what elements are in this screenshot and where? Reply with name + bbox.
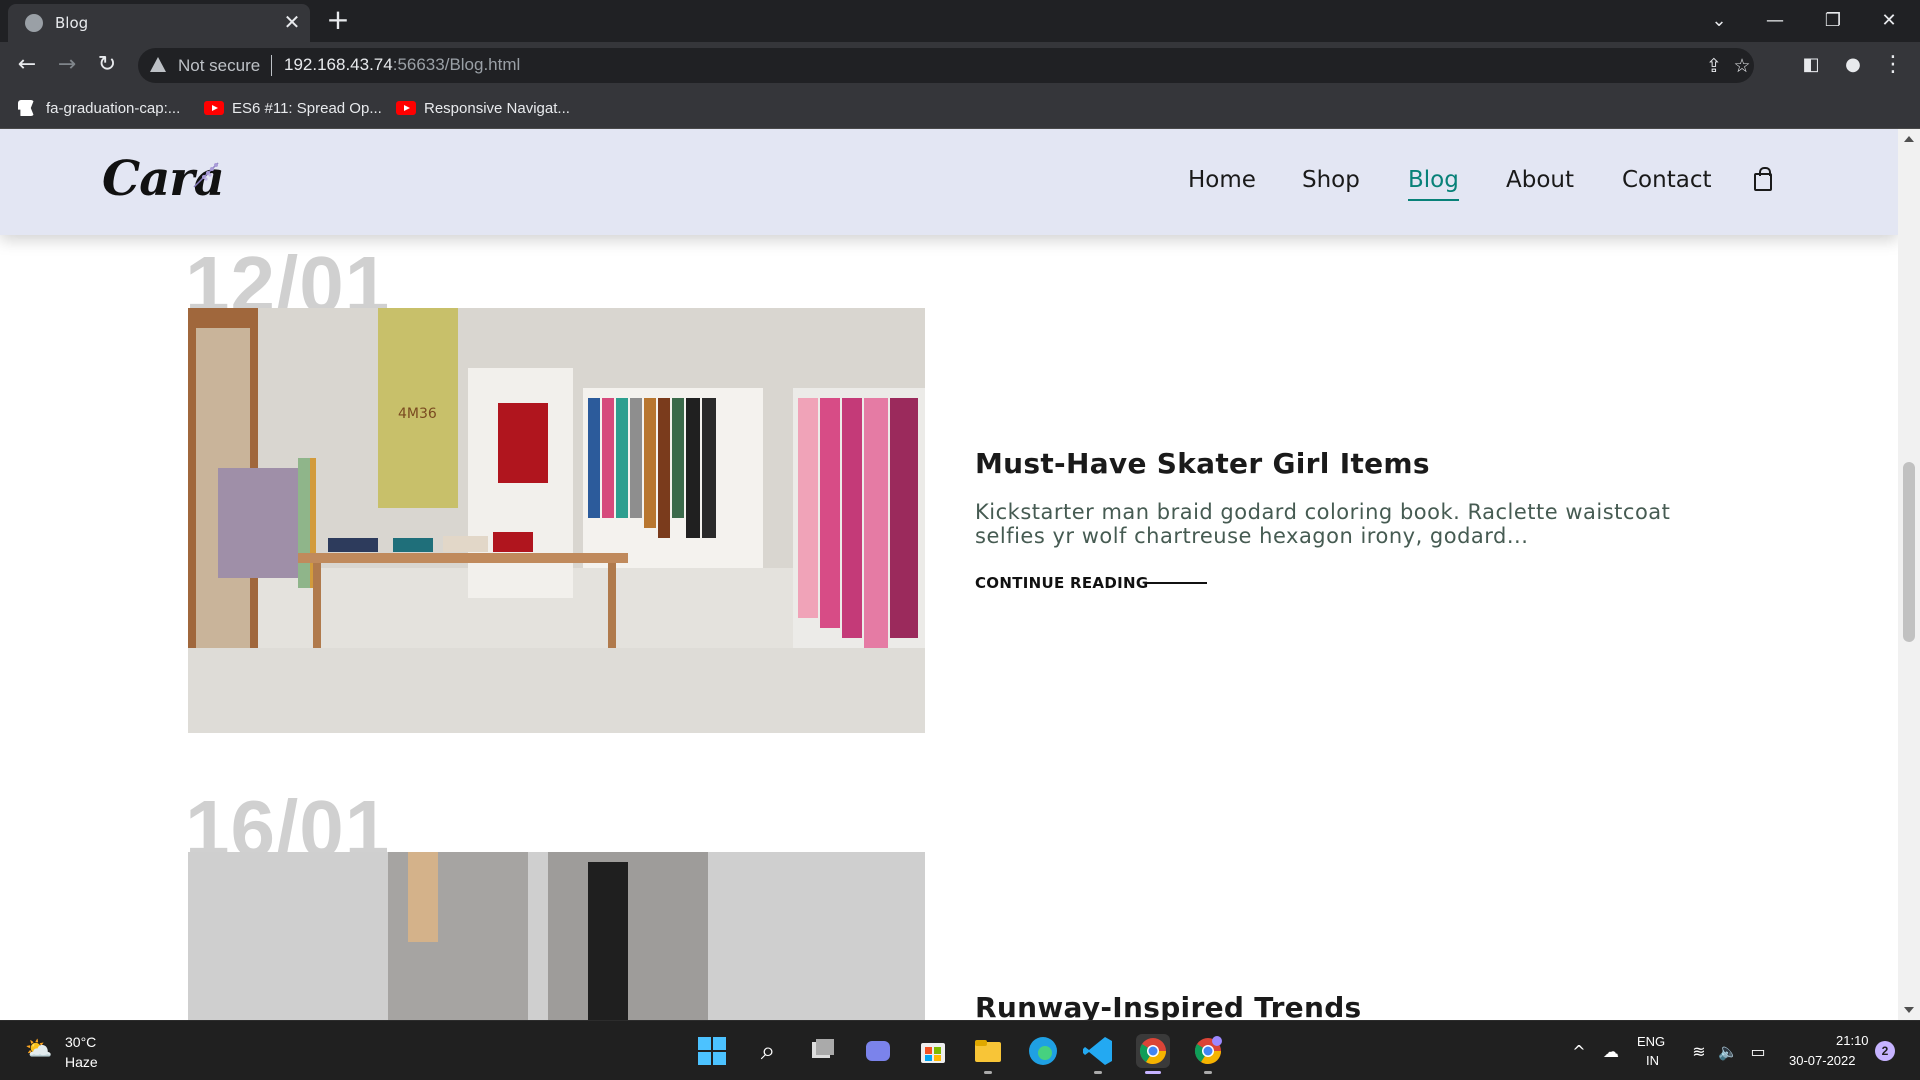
continue-reading-link[interactable]: CONTINUE READING: [975, 574, 1148, 592]
tab-title: Blog: [55, 14, 89, 32]
warning-icon[interactable]: [150, 57, 166, 72]
file-explorer-icon[interactable]: [971, 1034, 1005, 1068]
side-panel-icon[interactable]: ◧: [1796, 50, 1826, 80]
task-view-icon[interactable]: [806, 1034, 840, 1068]
store-sign: 4M36: [398, 406, 437, 422]
edge-icon[interactable]: [1026, 1034, 1060, 1068]
not-secure-label[interactable]: Not secure: [178, 56, 260, 76]
nav-shop[interactable]: Shop: [1302, 167, 1360, 193]
post-title[interactable]: Must-Have Skater Girl Items: [975, 447, 1430, 480]
site-header: Cara Home Shop Blog About Contact: [0, 129, 1898, 235]
scroll-down-icon[interactable]: [1904, 1007, 1914, 1013]
bookmark-item[interactable]: fa-graduation-cap:...: [18, 97, 180, 121]
back-icon[interactable]: ←: [12, 50, 42, 80]
nav-contact[interactable]: Contact: [1622, 167, 1711, 193]
chrome-icon[interactable]: [1136, 1034, 1170, 1068]
reload-icon[interactable]: ↻: [92, 50, 122, 80]
close-tab-icon[interactable]: ✕: [280, 10, 304, 34]
scroll-up-icon[interactable]: [1904, 136, 1914, 142]
page-viewport: Cara Home Shop Blog About Contact 12/01 …: [0, 129, 1898, 1020]
weather-desc[interactable]: Haze: [65, 1054, 98, 1070]
star-icon[interactable]: ☆: [1730, 54, 1754, 78]
url-path: :56633/Blog.html: [392, 55, 521, 74]
bookmark-label: fa-graduation-cap:...: [46, 100, 181, 117]
restore-button[interactable]: ❐: [1816, 6, 1850, 36]
new-tab-button[interactable]: +: [323, 6, 353, 36]
battery-icon[interactable]: ▭: [1747, 1041, 1769, 1063]
start-icon[interactable]: [695, 1034, 729, 1068]
chevron-up-icon[interactable]: ^: [1568, 1041, 1590, 1063]
store-icon[interactable]: [916, 1034, 950, 1068]
notification-badge[interactable]: 2: [1875, 1041, 1895, 1061]
volume-icon[interactable]: 🔈: [1717, 1041, 1739, 1063]
url-text[interactable]: 192.168.43.74:56633/Blog.html: [284, 55, 520, 75]
weather-icon[interactable]: ⛅: [24, 1039, 54, 1061]
store-interior-image: 4M36: [188, 308, 925, 733]
menu-icon[interactable]: ⋮: [1878, 50, 1908, 80]
bookmark-item[interactable]: Responsive Navigat...: [396, 97, 570, 121]
nav-blog[interactable]: Blog: [1408, 167, 1459, 201]
clock-time[interactable]: 21:10: [1836, 1033, 1869, 1048]
vscode-icon[interactable]: [1081, 1034, 1115, 1068]
url-host: 192.168.43.74: [284, 55, 393, 74]
browser-toolbar: ← → ↻ Not secure 192.168.43.74:56633/Blo…: [0, 42, 1920, 89]
language-bottom[interactable]: IN: [1646, 1053, 1659, 1068]
windows-taskbar: ⛅ 30°C Haze ⌕ ^ ☁ ENG IN ≋ 🔈 ▭ 21:10 30-…: [0, 1020, 1920, 1080]
divider: [271, 55, 272, 76]
clock-date[interactable]: 30-07-2022: [1789, 1053, 1856, 1068]
post-image[interactable]: [188, 852, 925, 1020]
running-indicator: [1204, 1071, 1212, 1074]
bookmarks-bar: fa-graduation-cap:... ES6 #11: Spread Op…: [0, 89, 1920, 129]
running-indicator: [1094, 1071, 1102, 1074]
weather-temp[interactable]: 30°C: [65, 1034, 96, 1050]
bookmark-item[interactable]: ES6 #11: Spread Op...: [204, 97, 382, 121]
language-top[interactable]: ENG: [1637, 1034, 1665, 1049]
chrome-profile-icon[interactable]: [1191, 1034, 1225, 1068]
bookmark-label: ES6 #11: Spread Op...: [232, 100, 382, 117]
youtube-icon: [204, 101, 224, 115]
tab-search-icon[interactable]: ⌄: [1702, 6, 1736, 36]
minimize-button[interactable]: —: [1758, 6, 1792, 36]
flag-icon: [18, 100, 34, 116]
post-image[interactable]: 4M36: [188, 308, 925, 733]
chat-icon[interactable]: [861, 1034, 895, 1068]
share-icon[interactable]: ⇪: [1702, 54, 1726, 78]
page-scrollbar[interactable]: [1898, 129, 1920, 1020]
address-bar[interactable]: Not secure 192.168.43.74:56633/Blog.html…: [138, 48, 1754, 83]
globe-icon: [25, 14, 43, 32]
youtube-icon: [396, 101, 416, 115]
nav-about[interactable]: About: [1506, 167, 1574, 193]
browser-tab[interactable]: Blog ✕: [8, 4, 310, 42]
post-excerpt: Kickstarter man braid godard coloring bo…: [975, 500, 1671, 548]
active-indicator: [1145, 1071, 1161, 1074]
search-icon[interactable]: ⌕: [751, 1034, 785, 1068]
lavender-icon: [193, 162, 219, 188]
profile-icon[interactable]: ●: [1838, 50, 1868, 80]
models-image: [188, 852, 925, 1020]
shopping-bag-icon[interactable]: [1754, 167, 1772, 191]
post-title[interactable]: Runway-Inspired Trends: [975, 991, 1362, 1020]
close-window-button[interactable]: ✕: [1872, 6, 1906, 36]
bookmark-label: Responsive Navigat...: [424, 100, 570, 117]
forward-icon[interactable]: →: [52, 50, 82, 80]
nav-home[interactable]: Home: [1188, 167, 1256, 193]
scroll-thumb[interactable]: [1903, 462, 1915, 642]
browser-tab-strip: Blog ✕ + ⌄ — ❐ ✕: [0, 0, 1920, 42]
divider: [1145, 582, 1207, 584]
onedrive-icon[interactable]: ☁: [1600, 1041, 1622, 1063]
wifi-icon[interactable]: ≋: [1688, 1041, 1710, 1063]
running-indicator: [984, 1071, 992, 1074]
